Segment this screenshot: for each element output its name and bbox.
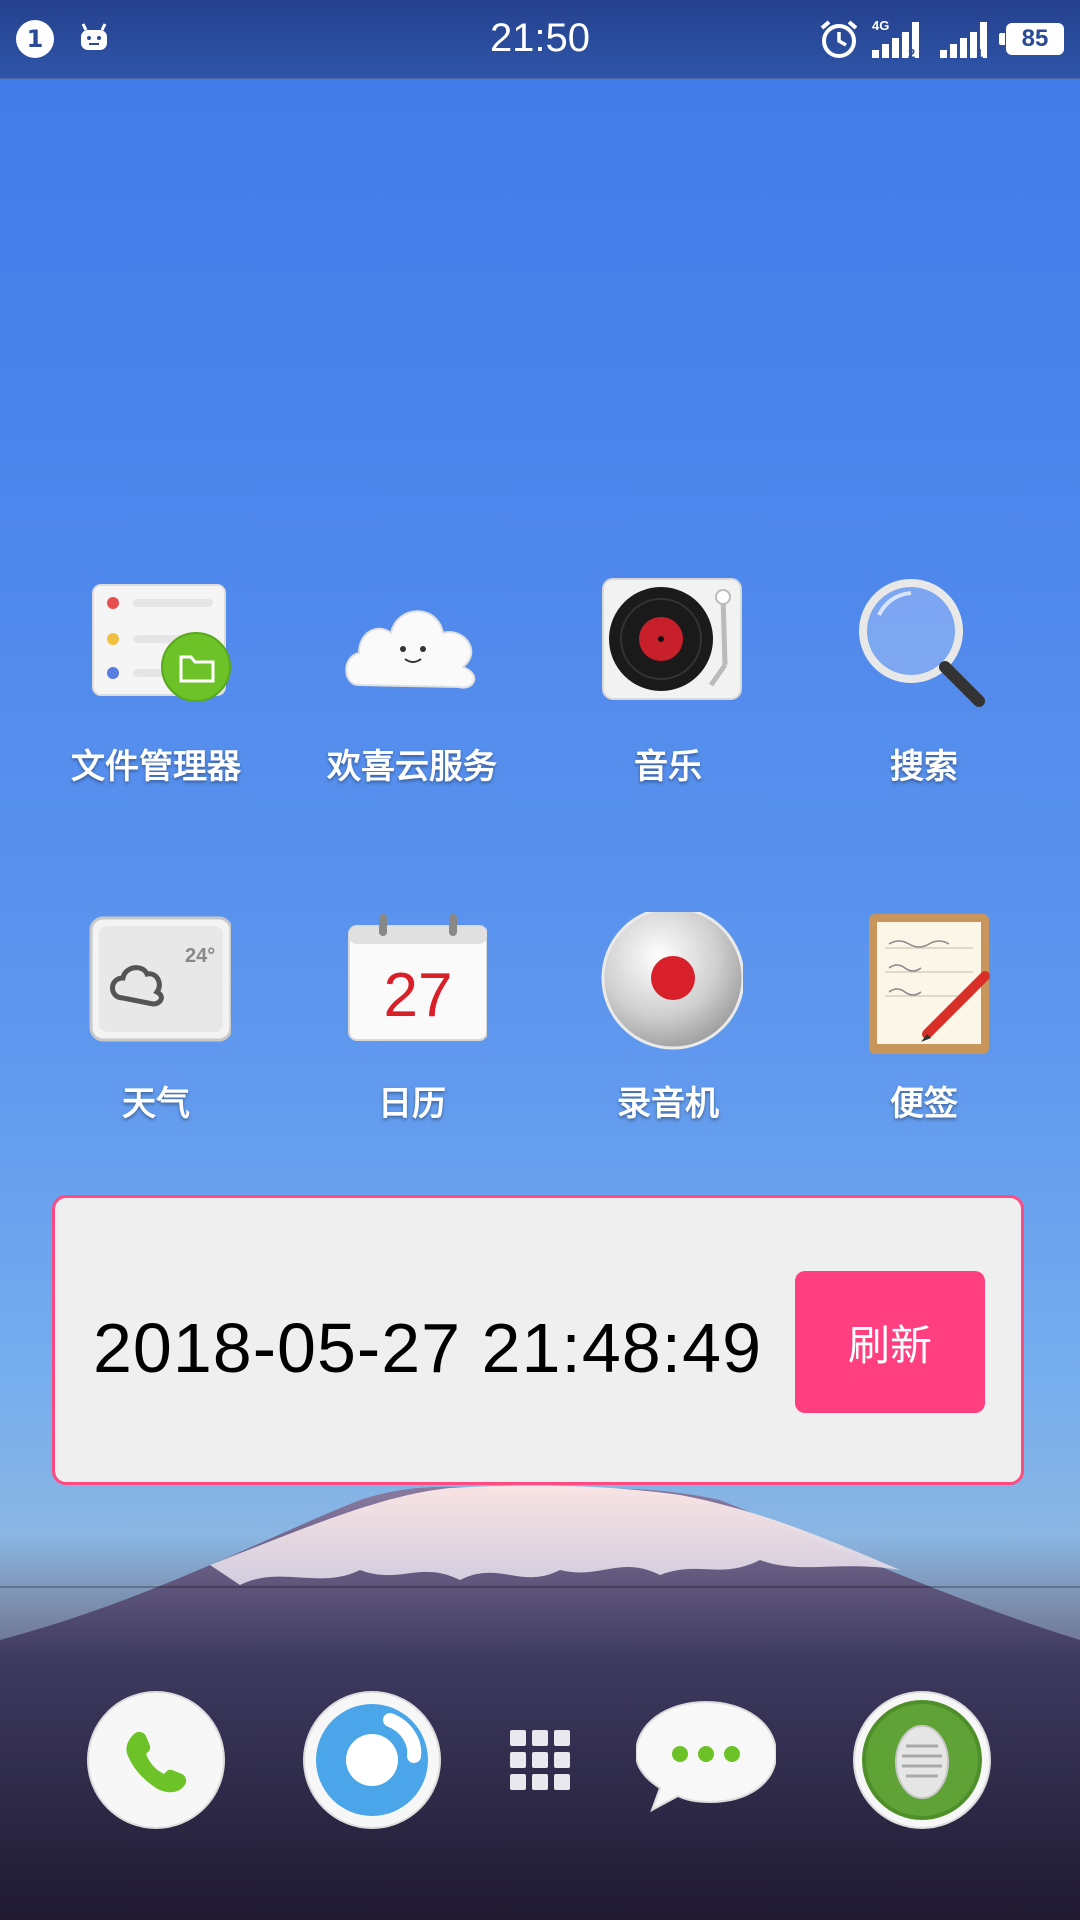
sim1-label: 2 (908, 46, 915, 60)
messages-icon[interactable] (634, 1690, 778, 1830)
app-cloud-service[interactable]: 欢喜云服务 (292, 575, 532, 788)
app-label: 录音机 (617, 1084, 719, 1124)
app-label: 文件管理器 (71, 747, 241, 787)
app-search[interactable]: 搜索 (804, 575, 1044, 788)
search-icon (849, 575, 999, 725)
browser-icon[interactable] (302, 1690, 442, 1830)
signal-sim1-icon: 4G 2 (872, 18, 919, 60)
app-notes[interactable]: 便签 (804, 912, 1044, 1125)
calendar-day: 27 (384, 961, 453, 1030)
app-label: 便签 (890, 1084, 958, 1124)
camera-icon[interactable] (852, 1690, 992, 1830)
datetime-widget: 2018-05-27 21:48:49 刷新 (52, 1195, 1024, 1485)
refresh-button[interactable]: 刷新 (795, 1271, 985, 1413)
status-bar: 1 21:50 4G 2 1 85 (0, 0, 1080, 79)
dock-divider (0, 1586, 1080, 1588)
music-icon (593, 575, 743, 725)
app-calendar[interactable]: 27 日历 (292, 912, 532, 1125)
app-label: 欢喜云服务 (327, 747, 497, 787)
app-label: 天气 (122, 1084, 190, 1124)
network-type-label: 4G (872, 18, 889, 33)
phone-icon[interactable] (86, 1690, 226, 1830)
battery-indicator: 85 (999, 23, 1064, 55)
signal-sim2-icon: 1 (940, 22, 987, 60)
recorder-icon (593, 906, 745, 1062)
sim2-label: 1 (976, 46, 983, 60)
notes-icon (849, 912, 999, 1062)
app-drawer-icon[interactable] (470, 1690, 610, 1830)
app-weather[interactable]: 24° 天气 (36, 912, 276, 1125)
app-label: 日历 (378, 1084, 446, 1124)
app-recorder[interactable]: 录音机 (548, 906, 788, 1125)
weather-temperature: 24° (185, 945, 215, 967)
app-label: 音乐 (634, 747, 702, 787)
cloud-service-icon (337, 575, 487, 725)
weather-icon: 24° (81, 912, 233, 1062)
calendar-icon: 27 (337, 912, 488, 1062)
app-label: 搜索 (890, 747, 958, 787)
file-manager-icon (81, 575, 231, 725)
app-file-manager[interactable]: 文件管理器 (36, 575, 276, 788)
app-music[interactable]: 音乐 (548, 575, 788, 788)
widget-datetime: 2018-05-27 21:48:49 (93, 1309, 762, 1387)
alarm-icon (820, 20, 858, 58)
